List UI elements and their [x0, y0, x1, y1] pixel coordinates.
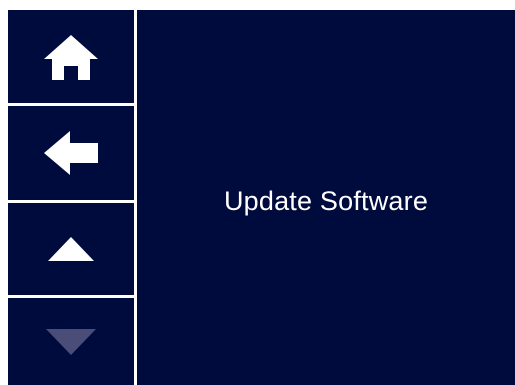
scroll-up-button[interactable]	[8, 203, 134, 295]
scroll-down-button[interactable]	[8, 298, 134, 385]
triangle-up-icon	[47, 236, 95, 262]
back-button[interactable]	[8, 106, 134, 200]
update-software-item[interactable]: Update Software	[224, 186, 428, 217]
home-icon	[42, 32, 100, 82]
device-screen: Update Software	[8, 10, 515, 385]
arrow-left-icon	[42, 129, 100, 177]
triangle-down-icon	[45, 328, 97, 356]
menu-content: Update Software	[137, 10, 515, 385]
sidebar	[8, 10, 134, 385]
home-button[interactable]	[8, 10, 134, 103]
